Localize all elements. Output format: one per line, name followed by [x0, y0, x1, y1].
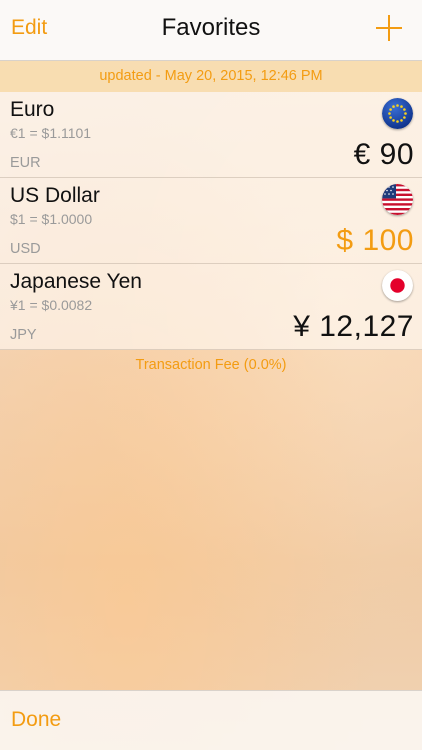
exchange-rate: $1 = $1.0000 — [10, 211, 93, 227]
plus-icon[interactable] — [376, 15, 402, 41]
jp-flag-icon — [382, 270, 413, 301]
currency-row-jpy[interactable]: Japanese Yen ¥1 = $0.0082 JPY ¥ 12,127 — [0, 264, 422, 350]
exchange-rate: ¥1 = $0.0082 — [10, 297, 93, 313]
currency-amount: € 90 — [353, 138, 414, 171]
done-button[interactable]: Done — [11, 708, 61, 732]
currency-amount: ¥ 12,127 — [293, 310, 414, 343]
currency-amount: $ 100 — [336, 224, 414, 257]
currency-row-usd[interactable]: US Dollar $1 = $1.0000 USD $ 100 — [0, 178, 422, 264]
currency-row-eur[interactable]: Euro €1 = $1.1101 EUR € 90 — [0, 92, 422, 178]
currency-code: EUR — [10, 155, 41, 171]
last-updated-banner: updated - May 20, 2015, 12:46 PM — [0, 61, 422, 92]
exchange-rate: €1 = $1.1101 — [10, 125, 92, 141]
currency-name: US Dollar — [10, 184, 100, 207]
page-title: Favorites — [161, 14, 261, 41]
eu-flag-icon — [382, 98, 413, 129]
bottom-toolbar: Done — [0, 690, 422, 750]
transaction-fee-label[interactable]: Transaction Fee (0.0%) — [0, 357, 422, 373]
us-flag-icon — [382, 184, 413, 215]
currency-code: JPY — [10, 327, 37, 343]
navigation-bar: Edit Favorites — [0, 0, 422, 61]
currency-name: Japanese Yen — [10, 270, 142, 293]
currency-name: Euro — [10, 98, 55, 121]
currency-code: USD — [10, 241, 41, 257]
currency-list: Euro €1 = $1.1101 EUR € 90 US Dollar $1 … — [0, 92, 422, 350]
